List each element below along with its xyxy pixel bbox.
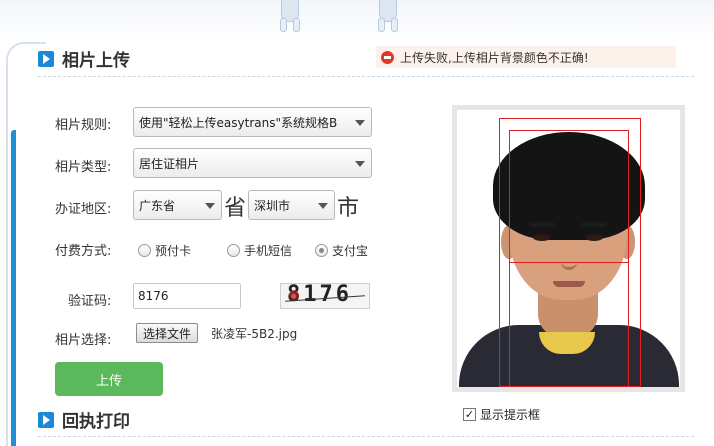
error-text: 上传失败,上传相片背景颜色不正确! — [400, 50, 589, 65]
chevron-down-icon — [318, 203, 328, 209]
captcha-input[interactable] — [133, 283, 241, 309]
checkbox[interactable]: ✓ — [463, 408, 476, 421]
section-title: 回执打印 — [62, 412, 130, 432]
photo-rule-select[interactable]: 使用"轻松上传easytrans"系统规格B — [133, 107, 372, 137]
show-hint-toggle[interactable]: ✓ 显示提示框 — [463, 406, 540, 423]
play-arrow-icon — [38, 411, 54, 428]
show-hint-label: 显示提示框 — [480, 408, 541, 422]
radio-button-selected[interactable] — [315, 244, 328, 257]
upload-button[interactable]: 上传 — [55, 362, 163, 396]
payment-label: 付费方式: — [55, 244, 112, 259]
captcha-image[interactable]: 8176 — [280, 283, 370, 309]
divider — [38, 436, 694, 437]
chevron-down-icon — [205, 203, 215, 209]
top-banner — [0, 0, 714, 40]
photo-preview-frame — [452, 105, 685, 392]
photo-select-label: 相片选择: — [55, 333, 112, 348]
province-select[interactable]: 广东省 — [133, 190, 222, 220]
section-header-photo-upload: 相片上传 — [38, 46, 130, 71]
payment-option-label: 预付卡 — [155, 244, 192, 258]
selected-file-name: 张凌军-5B2.jpg — [211, 327, 298, 341]
photo-type-select[interactable]: 居住证相片 — [133, 148, 372, 178]
section-header-receipt-print: 回执打印 — [38, 407, 130, 432]
face-guide-box — [509, 130, 629, 387]
chevron-down-icon — [355, 120, 365, 126]
error-message: 上传失败,上传相片背景颜色不正确! — [376, 46, 676, 68]
section-title: 相片上传 — [62, 51, 130, 71]
province-value: 广东省 — [139, 198, 176, 213]
chevron-down-icon — [355, 161, 365, 167]
city-suffix: 市 — [337, 196, 360, 221]
radio-button[interactable] — [138, 244, 151, 257]
payment-option-label: 支付宝 — [332, 244, 369, 258]
id-photo-preview — [457, 110, 680, 387]
eye-guide-line — [509, 262, 629, 263]
photo-rule-value: 使用"轻松上传easytrans"系统规格B — [139, 115, 338, 130]
payment-option-sms[interactable]: 手机短信 — [227, 242, 292, 259]
payment-option-label: 手机短信 — [244, 244, 293, 258]
radio-button[interactable] — [227, 244, 240, 257]
city-select[interactable]: 深圳市 — [248, 190, 335, 220]
mascot-illustration — [373, 0, 403, 32]
play-arrow-icon — [38, 50, 54, 67]
payment-option-alipay[interactable]: 支付宝 — [315, 242, 368, 259]
error-icon — [381, 50, 394, 64]
photo-rule-label: 相片规则: — [55, 118, 112, 133]
divider — [38, 76, 694, 77]
photo-type-value: 居住证相片 — [139, 156, 200, 171]
left-rail-decoration — [0, 42, 46, 446]
region-label: 办证地区: — [55, 202, 112, 217]
city-value: 深圳市 — [254, 198, 291, 213]
province-suffix: 省 — [224, 196, 247, 221]
choose-file-button[interactable]: 选择文件 — [136, 323, 199, 343]
payment-option-prepaid-card[interactable]: 预付卡 — [138, 242, 191, 259]
mascot-illustration — [275, 0, 305, 32]
photo-type-label: 相片类型: — [55, 160, 112, 175]
captcha-label: 验证码: — [68, 294, 112, 309]
